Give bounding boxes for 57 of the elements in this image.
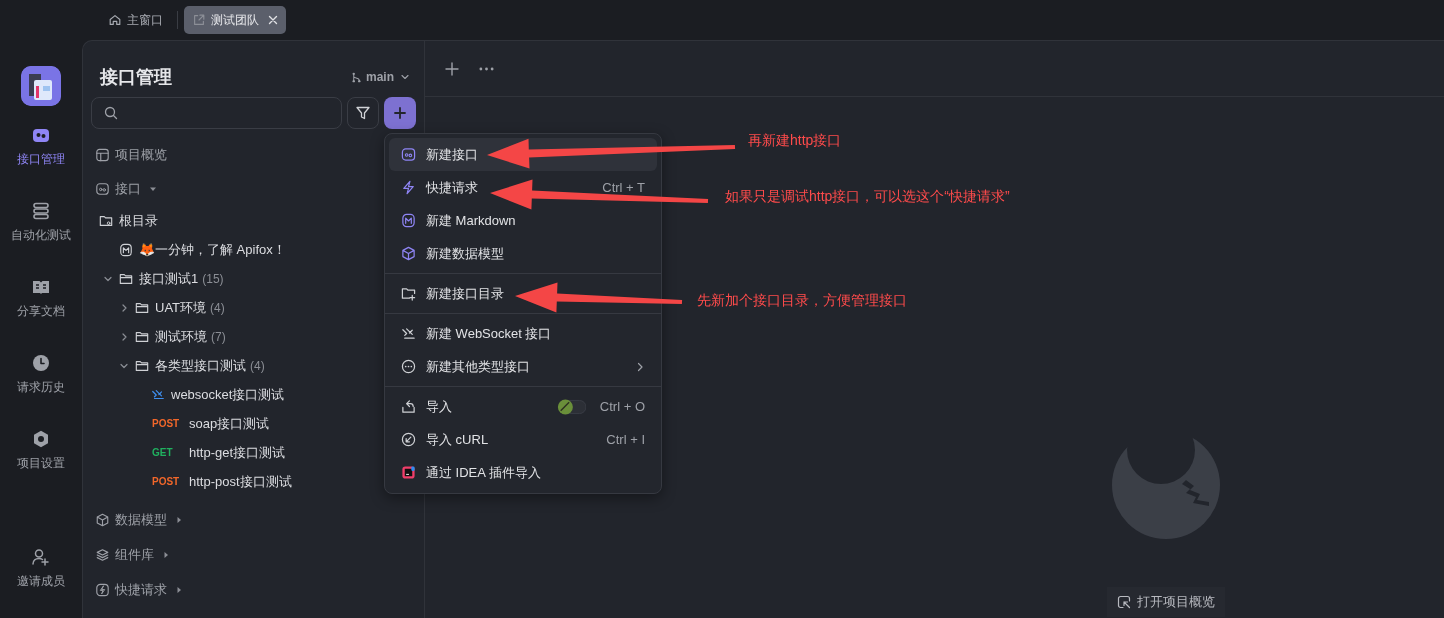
nav-item[interactable]: 项目设置 [0,429,82,505]
menu-item[interactable]: 通过 IDEA 插件导入 [389,456,657,489]
chevron-down-icon [400,72,410,82]
folder-icon [119,271,133,286]
lightning-icon [401,180,416,195]
curl-icon [401,432,416,447]
menu-item[interactable]: 导入 cURL Ctrl + I [389,423,657,456]
window-tab[interactable]: 测试团队 [184,6,286,34]
folder-icon [135,329,149,344]
open-overview-button[interactable]: 打开项目概览 [1107,587,1225,617]
layers-icon [31,201,51,221]
close-icon[interactable] [268,15,278,25]
add-button[interactable] [384,97,416,129]
import-icon [401,399,416,414]
branch-icon [351,71,362,83]
window-tab[interactable]: 主窗口 [100,6,171,34]
folder-icon [99,213,113,228]
clock-icon [31,353,51,373]
plugin-icon [401,465,416,480]
api-icon [401,147,416,162]
add-user-icon [31,547,51,567]
annotation-text: 如果只是调试http接口，可以选这个“快捷请求” [725,188,1010,206]
search-field[interactable] [91,97,342,129]
nav-item[interactable]: 请求历史 [0,353,82,429]
layout-icon [95,148,110,162]
annotation-text: 再新建http接口 [748,132,842,150]
more-circle-icon [401,359,416,374]
api-icon [95,182,110,196]
cube-icon [401,246,416,261]
search-icon [104,106,118,120]
folder-icon [135,358,149,373]
hexagon-icon [31,429,51,449]
section-item[interactable]: 数据模型 [95,502,424,537]
markdown-icon [119,242,133,257]
cursor-icon [1117,595,1131,609]
app-logo-icon [21,66,61,106]
nav-item[interactable]: 接口管理 [0,125,82,201]
cube-icon [95,512,110,527]
markdown-icon [401,213,416,228]
folder-plus-icon [401,286,416,301]
annotation-text: 先新加个接口目录，方便管理接口 [697,292,907,310]
section-item[interactable]: 快捷请求 [95,572,424,607]
layers-icon [95,547,110,562]
nav-item[interactable]: 邀请成员 [0,547,82,590]
toggle-icon [555,397,586,416]
panel-title: 接口管理 [100,66,172,89]
filter-icon [355,105,371,121]
nav-item[interactable]: 自动化测试 [0,201,82,277]
nav-item[interactable]: 分享文档 [0,277,82,353]
branch-selector[interactable]: main [351,70,410,84]
folder-icon [135,300,149,315]
plus-icon[interactable] [445,61,459,76]
more-icon[interactable] [479,66,494,71]
filter-button[interactable] [347,97,379,129]
lightning-icon [95,582,110,597]
plus-icon [393,106,407,120]
section-item[interactable]: 组件库 [95,537,424,572]
